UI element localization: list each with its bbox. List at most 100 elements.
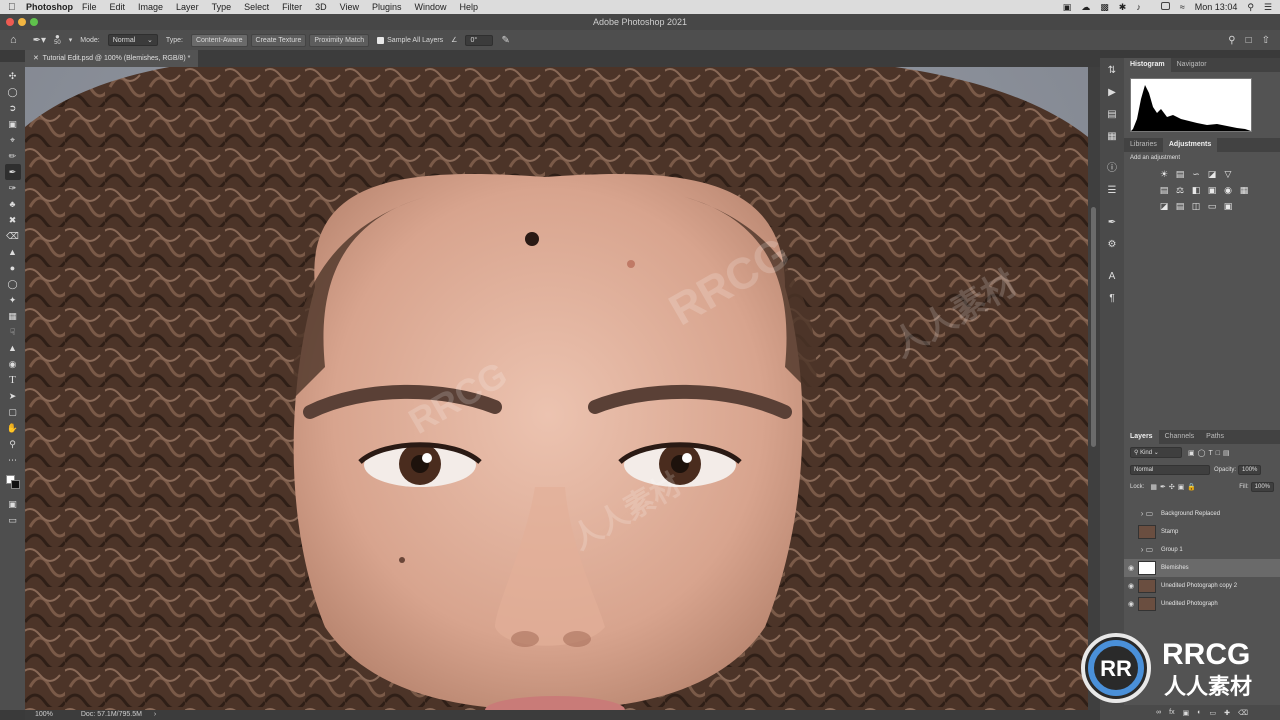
invert-icon[interactable]: ◪ (1158, 200, 1170, 212)
menu-file[interactable]: File (82, 2, 97, 12)
search-icon[interactable]: ⚲ (1228, 35, 1235, 46)
shape-tool-icon[interactable]: ▢ (5, 404, 21, 420)
brushes-icon[interactable]: ✒ (1105, 216, 1119, 230)
info-icon[interactable]: ⓘ (1105, 162, 1119, 176)
levels-icon[interactable]: ▤ (1174, 168, 1186, 180)
zoom-level[interactable]: 100% (35, 711, 53, 718)
eyedropper-tool-icon[interactable]: ✏ (5, 148, 21, 164)
menu-3d[interactable]: 3D (315, 2, 327, 12)
menu-edit[interactable]: Edit (110, 2, 126, 12)
black-white-icon[interactable]: ◧ (1190, 184, 1202, 196)
threshold-icon[interactable]: ◫ (1190, 200, 1202, 212)
brush-settings-icon[interactable]: ⚙ (1105, 238, 1119, 252)
tab-navigator[interactable]: Navigator (1171, 58, 1213, 72)
quick-mask-icon[interactable]: ▣ (5, 496, 21, 512)
menubar-clock[interactable]: Mon 13:04 (1195, 2, 1238, 12)
mode-select[interactable]: Normal ⌄ (107, 34, 158, 46)
status-arrow-icon[interactable]: › (154, 711, 156, 718)
marquee-tool-icon[interactable]: ◯ (5, 84, 21, 100)
menu-plugins[interactable]: Plugins (372, 2, 402, 12)
volume-icon[interactable]: ♪ (1136, 2, 1141, 12)
gradient-tool-icon[interactable]: ▦ (5, 308, 21, 324)
zoom-window-button[interactable] (30, 18, 38, 26)
control-center-icon[interactable]: ☰ (1264, 2, 1272, 13)
brightness-contrast-icon[interactable]: ☀ (1158, 168, 1170, 180)
posterize-icon[interactable]: ▤ (1174, 200, 1186, 212)
paragraph-icon[interactable]: ¶ (1105, 292, 1119, 306)
eye-icon[interactable]: ◉ (1124, 564, 1138, 572)
opacity-input[interactable]: 100% (1238, 464, 1262, 475)
apple-icon[interactable]:  (8, 2, 22, 13)
menu-image[interactable]: Image (138, 2, 163, 12)
zoom-tool-icon[interactable]: ⚲ (5, 436, 21, 452)
creative-cloud-icon[interactable]: ☁ (1081, 2, 1090, 13)
actions-play-icon[interactable]: ▶ (1105, 86, 1119, 100)
history-icon[interactable]: ⇅ (1105, 64, 1119, 78)
character-icon[interactable]: A (1105, 270, 1119, 284)
pen-tool-icon[interactable]: ✦ (5, 292, 21, 308)
properties-icon[interactable]: ☰ (1105, 184, 1119, 198)
eye-icon[interactable]: ◉ (1124, 600, 1138, 608)
hand-tool-icon[interactable]: ✋ (5, 420, 21, 436)
layer-row-background-replaced[interactable]: › ▭ Background Replaced (1124, 505, 1280, 523)
patterns-icon[interactable]: ▦ (1105, 130, 1119, 144)
minimize-window-button[interactable] (18, 18, 26, 26)
create-texture-button[interactable]: Create Texture (250, 33, 307, 47)
canvas-vertical-scrollbar[interactable] (1088, 67, 1100, 710)
share-icon[interactable]: ⇧ (1262, 35, 1270, 46)
menu-view[interactable]: View (340, 2, 359, 12)
layer-filter-icons[interactable]: ▣◯T□▤ (1188, 449, 1233, 457)
spot-healing-brush-tool-icon[interactable]: ✒ (4, 164, 21, 180)
blend-mode-select[interactable]: Normal (1130, 464, 1210, 475)
vibrance-icon[interactable]: ▽ (1222, 168, 1234, 180)
tab-adjustments[interactable]: Adjustments (1162, 138, 1218, 152)
bluetooth-icon[interactable]: ✱ (1119, 2, 1127, 13)
scrollbar-thumb[interactable] (1091, 207, 1096, 447)
menu-layer[interactable]: Layer (176, 2, 199, 12)
new-group-icon[interactable]: ▭ (1209, 709, 1216, 717)
link-layers-icon[interactable]: ∞ (1156, 709, 1161, 716)
channel-mixer-icon[interactable]: ◉ (1222, 184, 1234, 196)
clone-stamp-tool-icon[interactable]: ♣ (5, 196, 21, 212)
tab-layers[interactable]: Layers (1124, 430, 1159, 444)
delete-layer-icon[interactable]: ⌫ (1238, 709, 1248, 717)
search-icon[interactable]: ⚲ (1247, 2, 1254, 13)
tab-channels[interactable]: Channels (1159, 430, 1201, 444)
menu-type[interactable]: Type (212, 2, 232, 12)
lasso-tool-icon[interactable]: ➲ (5, 100, 21, 116)
lock-icons[interactable]: ▦✒✣▣🔒 (1150, 483, 1199, 491)
document-tab[interactable]: ✕ Tutorial Edit.psd @ 100% (Blemishes, R… (25, 50, 199, 67)
layer-row-stamp[interactable]: Stamp (1124, 523, 1280, 541)
layer-style-icon[interactable]: fx (1169, 709, 1174, 716)
layer-kind-filter[interactable]: ⚲ Kind ⌄ (1130, 447, 1182, 458)
hue-saturation-icon[interactable]: ▤ (1158, 184, 1170, 196)
crop-tool-icon[interactable]: ⌖ (5, 132, 21, 148)
close-tab-icon[interactable]: ✕ (33, 55, 39, 62)
wifi-icon[interactable]: ≈ (1180, 2, 1185, 12)
object-selection-tool-icon[interactable]: ▣ (5, 116, 21, 132)
type-tool-icon[interactable]: T (5, 372, 21, 388)
eraser-tool-icon[interactable]: ⌫ (5, 228, 21, 244)
menu-window[interactable]: Window (415, 2, 447, 12)
blur-tool-icon[interactable]: ● (5, 260, 21, 276)
selective-color-icon[interactable]: ▣ (1222, 200, 1234, 212)
menu-select[interactable]: Select (244, 2, 269, 12)
display-icon[interactable]: ▩ (1100, 2, 1109, 13)
doc-size-info[interactable]: Doc: 57.1M/795.5M (81, 711, 142, 718)
sharpen-tool-icon[interactable]: ▲ (5, 340, 21, 356)
proximity-match-button[interactable]: Proximity Match (309, 33, 370, 47)
workspace-icon[interactable]: □ (1246, 35, 1252, 46)
layer-row-unedited-copy-2[interactable]: ◉ Unedited Photograph copy 2 (1124, 577, 1280, 595)
color-balance-icon[interactable]: ⚖ (1174, 184, 1186, 196)
layer-row-unedited-photograph[interactable]: ◉ Unedited Photograph (1124, 595, 1280, 613)
healing-brush-preset-icon[interactable]: ✒▾ (33, 35, 46, 46)
fill-input[interactable]: 100% (1250, 481, 1274, 492)
angle-input[interactable]: 0° (465, 34, 494, 46)
dodge-tool-icon[interactable]: ◯ (5, 276, 21, 292)
more-tools-icon[interactable]: ⋯ (5, 452, 21, 468)
screen-record-icon[interactable]: ▣ (1063, 2, 1072, 13)
paint-bucket-tool-icon[interactable]: ▲ (5, 244, 21, 260)
close-window-button[interactable] (6, 18, 14, 26)
brush-settings-icon[interactable]: ▾ (69, 36, 73, 44)
smudge-tool-icon[interactable]: ☟ (5, 324, 21, 340)
